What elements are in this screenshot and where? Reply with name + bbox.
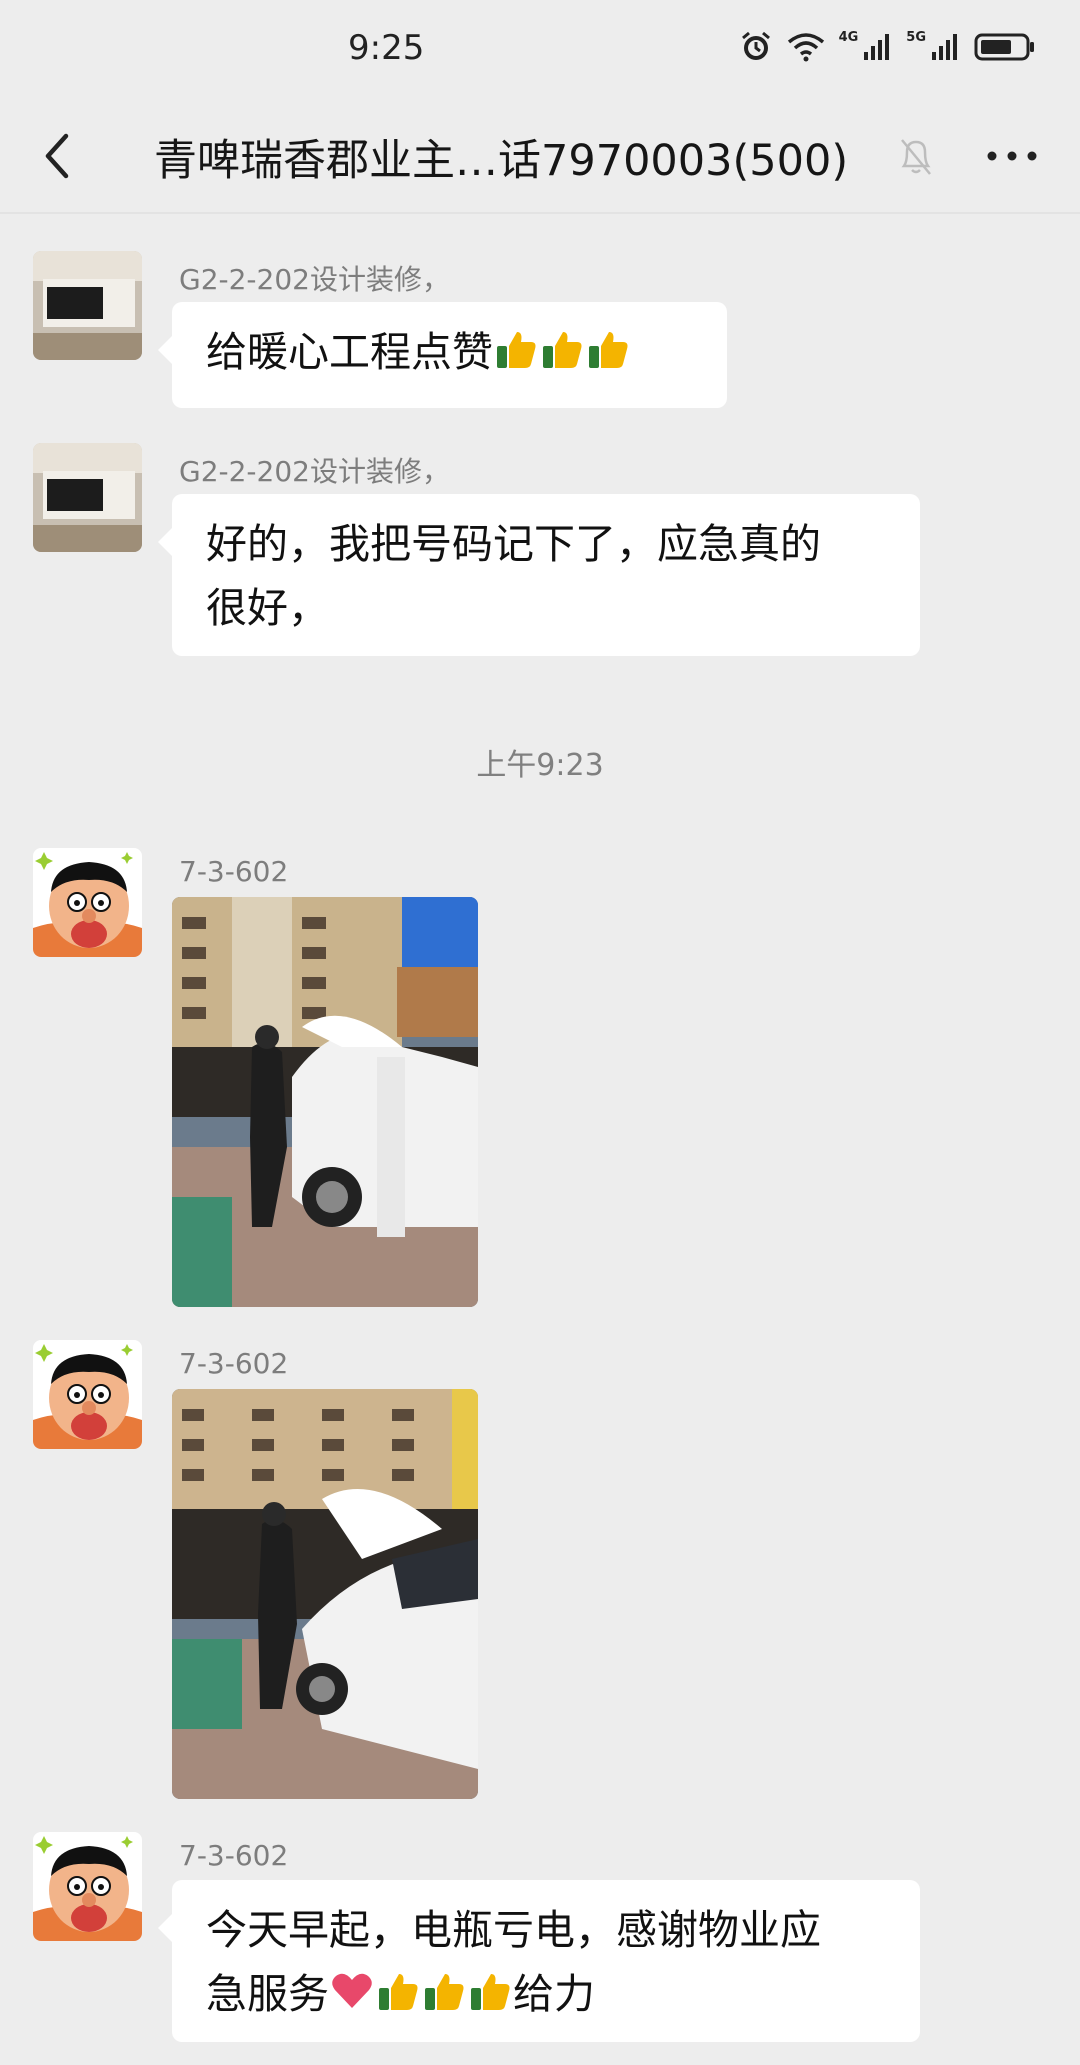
avatar[interactable] [33, 443, 142, 552]
message-text: 给暖心工程点赞 [206, 328, 493, 376]
chat-title: 青啤瑞香郡业主…话7970003(500) [154, 136, 849, 186]
avatar-window-image [33, 251, 142, 360]
back-icon[interactable] [38, 128, 78, 184]
message-text: 急服务 [206, 1970, 329, 2018]
wifi-icon [787, 33, 824, 62]
avatar-cartoon-face [33, 1340, 142, 1449]
message-text-line: 今天早起，电瓶亏电，感谢物业应 [206, 1906, 821, 1954]
avatar-window-image [33, 443, 142, 552]
avatar[interactable] [33, 251, 142, 360]
heart-icon [329, 1968, 375, 2032]
message-bubble[interactable]: 今天早起，电瓶亏电，感谢物业应 急服务 给力 [158, 1880, 920, 2042]
thumbs-up-icon [421, 1968, 467, 2032]
header-divider [0, 212, 1080, 214]
signal-icon [864, 34, 890, 60]
avatar-cartoon-face [33, 848, 142, 957]
network-type-5g: 5G [906, 30, 926, 45]
status-time: 9:25 [348, 28, 425, 68]
sender-name: G2-2-202设计装修， [179, 263, 450, 296]
alarm-icon [741, 31, 770, 60]
avatar-cartoon-face [33, 1832, 142, 1941]
sender-name: 7-3-602 [179, 1347, 289, 1380]
chat-timestamp: 上午9:23 [476, 748, 604, 783]
sender-name: 7-3-602 [179, 1839, 289, 1872]
status-icons: 4G 5G [739, 30, 1036, 64]
avatar[interactable] [33, 1832, 142, 1941]
sender-name: 7-3-602 [179, 855, 289, 888]
thumbs-up-icon [467, 1968, 513, 2032]
mute-icon [901, 139, 931, 175]
status-bar: 9:25 4G 5G [0, 0, 1080, 100]
message-text: 给力 [513, 1970, 595, 2018]
message-text-line: 好的，我把号码记下了，应急真的 [206, 520, 821, 568]
thumbs-up-icon [493, 326, 539, 390]
signal-icon [932, 34, 957, 60]
message-bubble[interactable]: 给暖心工程点赞 [158, 302, 727, 408]
network-type-4g: 4G [838, 30, 859, 45]
message-text-line: 很好， [206, 584, 329, 632]
avatar[interactable] [33, 1340, 142, 1449]
sender-name: G2-2-202设计装修， [179, 455, 450, 488]
battery-icon [974, 33, 1034, 61]
message-bubble[interactable]: 好的，我把号码记下了，应急真的 很好， [158, 494, 920, 656]
chat-header: 青啤瑞香郡业主…话7970003(500) [0, 100, 1080, 212]
avatar[interactable] [33, 848, 142, 957]
thumbs-up-icon [539, 326, 585, 390]
message-image[interactable] [172, 897, 478, 1307]
thumbs-up-icon [585, 326, 631, 390]
message-text-line-2: 急服务 给力 [206, 1962, 886, 2032]
more-options-icon[interactable] [984, 136, 1040, 176]
thumbs-up-icon [375, 1968, 421, 2032]
message-image[interactable] [172, 1389, 478, 1799]
